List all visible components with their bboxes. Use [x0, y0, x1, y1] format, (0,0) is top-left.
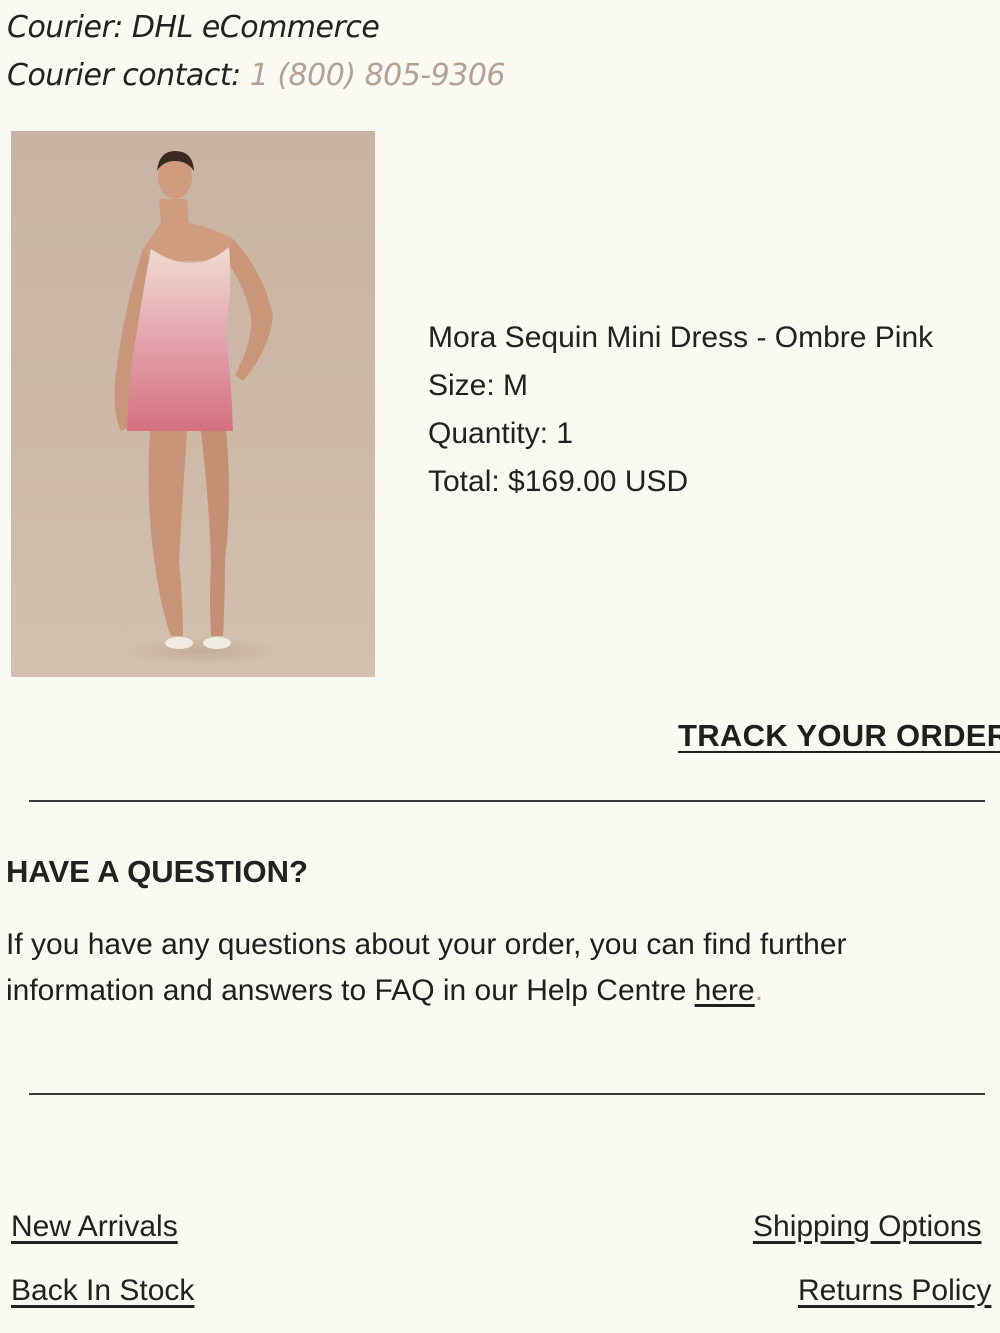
question-period: .	[754, 974, 764, 1007]
courier-name: Courier: DHL eCommerce	[7, 10, 380, 45]
footer-link-returns-policy[interactable]: Returns Policy	[798, 1274, 991, 1308]
product-quantity: Quantity: 1	[428, 417, 574, 450]
divider	[29, 800, 985, 802]
courier-contact: Courier contact: 1 (800) 805-9306	[7, 58, 506, 93]
footer-link-new-arrivals[interactable]: New Arrivals	[11, 1210, 178, 1244]
divider	[29, 1093, 985, 1095]
product-image[interactable]	[11, 131, 375, 677]
question-heading: HAVE A QUESTION?	[6, 854, 308, 889]
product-photo-illustration	[114, 151, 281, 665]
product-size: Size: M	[428, 369, 529, 402]
product-total: Total: $169.00 USD	[428, 465, 689, 498]
track-order-link[interactable]: TRACK YOUR ORDER	[678, 718, 1000, 754]
product-details: Mora Sequin Mini Dress - Ombre Pink Size…	[428, 314, 933, 506]
product-name: Mora Sequin Mini Dress - Ombre Pink	[428, 321, 934, 354]
footer-link-back-in-stock[interactable]: Back In Stock	[11, 1274, 194, 1308]
courier-label: Courier: DHL eCommerce	[7, 10, 380, 45]
question-text: If you have any questions about your ord…	[6, 922, 966, 1014]
footer-link-shipping-options[interactable]: Shipping Options	[753, 1210, 982, 1244]
courier-phone-link[interactable]: 1 (800) 805-9306	[250, 58, 506, 93]
help-centre-link[interactable]: here	[695, 974, 755, 1007]
courier-contact-label: Courier contact:	[7, 58, 250, 93]
